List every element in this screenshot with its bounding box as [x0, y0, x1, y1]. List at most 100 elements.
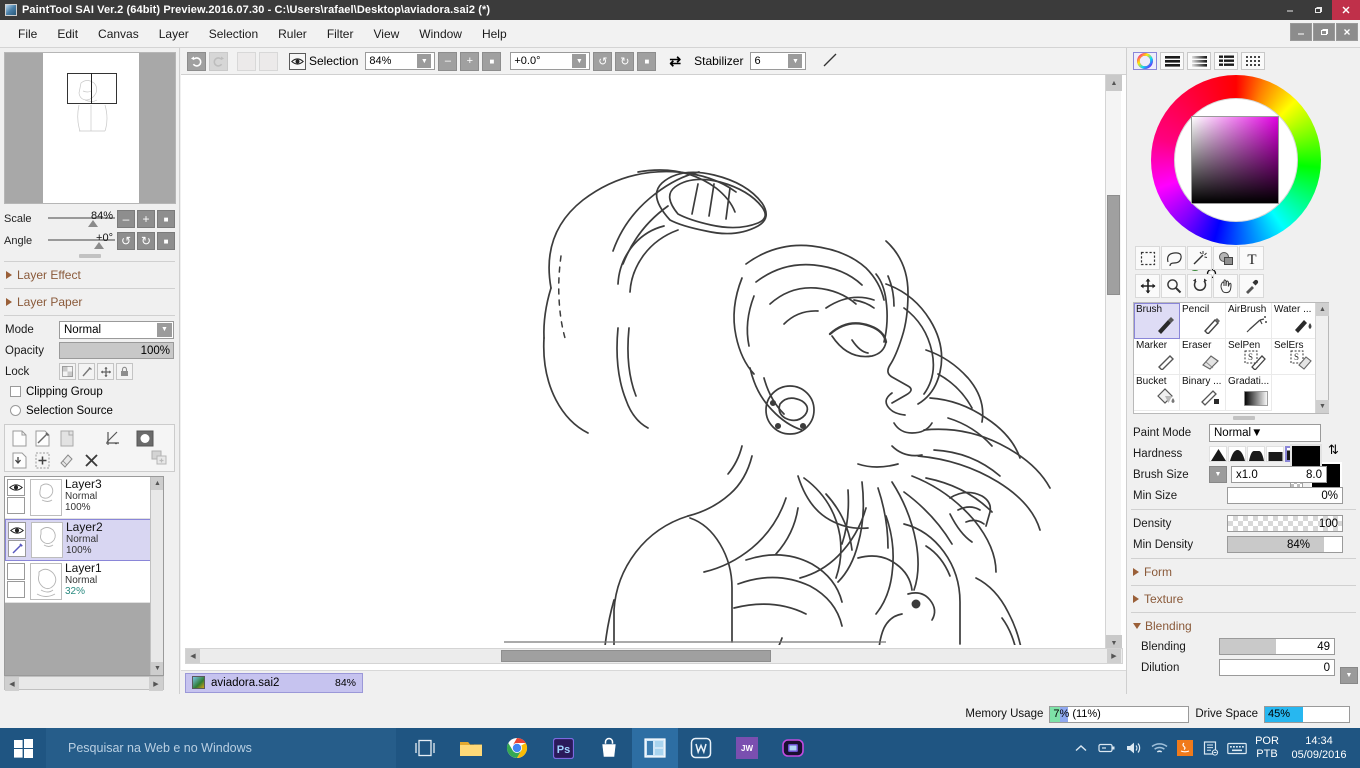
- document-close-button[interactable]: [1336, 23, 1358, 41]
- menu-file[interactable]: File: [8, 23, 47, 45]
- document-tab[interactable]: aviadora.sai2 84%: [185, 673, 363, 693]
- move-layer-icon[interactable]: [1213, 246, 1238, 270]
- layer-active-marker-icon[interactable]: [7, 497, 25, 514]
- navigator-thumbnail[interactable]: [4, 52, 176, 204]
- brush-preset-item[interactable]: Binary ...: [1180, 375, 1226, 411]
- menu-layer[interactable]: Layer: [149, 23, 199, 45]
- new-layer-set-icon[interactable]: [56, 428, 78, 448]
- rotate-icon[interactable]: [1187, 274, 1212, 298]
- brush-scrollbar[interactable]: ▲ ▼: [1315, 303, 1328, 413]
- scale-slider[interactable]: 84%: [48, 209, 115, 229]
- layer-mode-select[interactable]: Normal ▼: [59, 321, 174, 339]
- keyboard-icon[interactable]: [1224, 728, 1250, 768]
- scratchpad-tab[interactable]: [1241, 52, 1265, 70]
- blending-section[interactable]: Blending: [1127, 616, 1360, 636]
- magic-wand-icon[interactable]: [1187, 246, 1212, 270]
- paint-tool-sai-icon[interactable]: [632, 728, 678, 768]
- wacom-icon[interactable]: [678, 728, 724, 768]
- window-maximize-button[interactable]: [1304, 0, 1332, 20]
- volume-icon[interactable]: [1120, 728, 1146, 768]
- canvas-area[interactable]: [181, 75, 1126, 670]
- battery-icon[interactable]: [1094, 728, 1120, 768]
- selection-source-row[interactable]: Selection Source: [0, 401, 179, 420]
- menu-filter[interactable]: Filter: [317, 23, 364, 45]
- rotate-reset-button[interactable]: ■: [157, 232, 175, 250]
- new-layer-icon[interactable]: [8, 428, 30, 448]
- selection-visibility-icon[interactable]: [289, 53, 306, 70]
- lasso-select-icon[interactable]: [1161, 246, 1186, 270]
- lock-position-icon[interactable]: [97, 363, 114, 380]
- brush-preset-item[interactable]: Gradati...: [1226, 375, 1272, 411]
- move-icon[interactable]: [1135, 274, 1160, 298]
- scale-reset-button[interactable]: ■: [157, 210, 175, 228]
- rotate-cw-button[interactable]: ↻: [137, 232, 155, 250]
- taskbar-search-box[interactable]: Pesquisar na Web e no Windows: [46, 728, 396, 768]
- layer-active-marker-icon[interactable]: [7, 581, 25, 598]
- texture-section[interactable]: Texture: [1127, 589, 1360, 609]
- zoom-in-button[interactable]: +: [460, 52, 479, 71]
- brush-preset-item[interactable]: Eraser: [1180, 339, 1226, 375]
- merge-down-icon[interactable]: [8, 450, 30, 470]
- menu-view[interactable]: View: [363, 23, 409, 45]
- canvas-flip-button[interactable]: ⇄: [669, 53, 681, 70]
- layer-scroll-down-icon[interactable]: ▼: [151, 662, 164, 675]
- color-picker[interactable]: [1129, 72, 1345, 244]
- canvas-scroll-up-icon[interactable]: ▲: [1106, 75, 1122, 91]
- brush-size-dropdown-icon[interactable]: ▼: [1209, 466, 1227, 483]
- lock-transparency-icon[interactable]: [59, 363, 76, 380]
- menu-ruler[interactable]: Ruler: [268, 23, 317, 45]
- brush-preset-item[interactable]: Water ...: [1272, 303, 1318, 339]
- line-tool-icon[interactable]: [821, 51, 839, 72]
- layer-row[interactable]: Layer3Normal100%: [5, 477, 163, 519]
- canvas-vertical-scrollbar[interactable]: ▲ ▼: [1105, 75, 1121, 651]
- lock-pixels-icon[interactable]: [78, 363, 95, 380]
- scale-increase-button[interactable]: +: [137, 210, 155, 228]
- color-wheel-tab[interactable]: [1133, 52, 1157, 70]
- layer-scroll-up-icon[interactable]: ▲: [151, 477, 164, 490]
- brush-scroll-up-icon[interactable]: ▲: [1316, 303, 1329, 316]
- layer-hscroll-left-icon[interactable]: ◀: [5, 677, 19, 691]
- jw-icon[interactable]: JW: [724, 728, 770, 768]
- min-size-slider[interactable]: 0%: [1227, 487, 1343, 504]
- selection-source-radio[interactable]: [10, 405, 21, 416]
- canvas-vscroll-thumb[interactable]: [1107, 195, 1120, 295]
- hardness-option-4[interactable]: [1266, 446, 1284, 462]
- toolbar-extra-2[interactable]: [259, 52, 278, 71]
- hardness-option-3[interactable]: [1247, 446, 1265, 462]
- angle-slider-knob[interactable]: [94, 242, 104, 249]
- note-icon[interactable]: [1198, 728, 1224, 768]
- min-density-slider[interactable]: 84%: [1227, 536, 1343, 553]
- canvas-page[interactable]: [186, 78, 1104, 645]
- blending-slider[interactable]: 49: [1219, 638, 1335, 655]
- undo-button[interactable]: [187, 52, 206, 71]
- canvas-hscroll-thumb[interactable]: [501, 650, 771, 662]
- layer-mask-icon[interactable]: [134, 428, 156, 448]
- lock-all-icon[interactable]: [116, 363, 133, 380]
- rect-select-icon[interactable]: [1135, 246, 1160, 270]
- scale-decrease-button[interactable]: –: [117, 210, 135, 228]
- eyedropper-icon[interactable]: [1239, 274, 1264, 298]
- hardness-option-2[interactable]: [1228, 446, 1246, 462]
- stabilizer-input[interactable]: 6 ▼: [750, 52, 806, 70]
- start-button[interactable]: [0, 728, 46, 768]
- menu-canvas[interactable]: Canvas: [88, 23, 149, 45]
- chevron-up-icon[interactable]: [1068, 728, 1094, 768]
- window-minimize-button[interactable]: [1276, 0, 1304, 20]
- taskbar-clock[interactable]: 14:34 05/09/2016: [1284, 728, 1354, 768]
- paint-mode-select[interactable]: Normal ▼: [1209, 424, 1321, 442]
- canvas-horizontal-scrollbar[interactable]: ◀ ▶: [185, 648, 1123, 664]
- layer-visibility-icon[interactable]: [7, 479, 25, 496]
- stabilizer-dropdown-icon[interactable]: ▼: [788, 54, 802, 68]
- duplicate-layer-icon[interactable]: [148, 448, 170, 468]
- navigator-viewport-box[interactable]: [67, 73, 117, 104]
- layer-list-scrollbar[interactable]: ▲ ▼: [150, 477, 163, 675]
- brush-presets-panel[interactable]: BrushPencilAirBrushWater ...MarkerEraser…: [1133, 302, 1329, 414]
- document-restore-button[interactable]: [1313, 23, 1335, 41]
- menu-edit[interactable]: Edit: [47, 23, 88, 45]
- canvas-rotate-ccw-button[interactable]: ↺: [593, 52, 612, 71]
- redo-button[interactable]: [209, 52, 228, 71]
- delete-layer-icon[interactable]: [80, 450, 102, 470]
- form-section[interactable]: Form: [1127, 562, 1360, 582]
- brush-settings-more-icon[interactable]: ▼: [1340, 667, 1358, 684]
- layer-hscroll-right-icon[interactable]: ▶: [149, 677, 163, 691]
